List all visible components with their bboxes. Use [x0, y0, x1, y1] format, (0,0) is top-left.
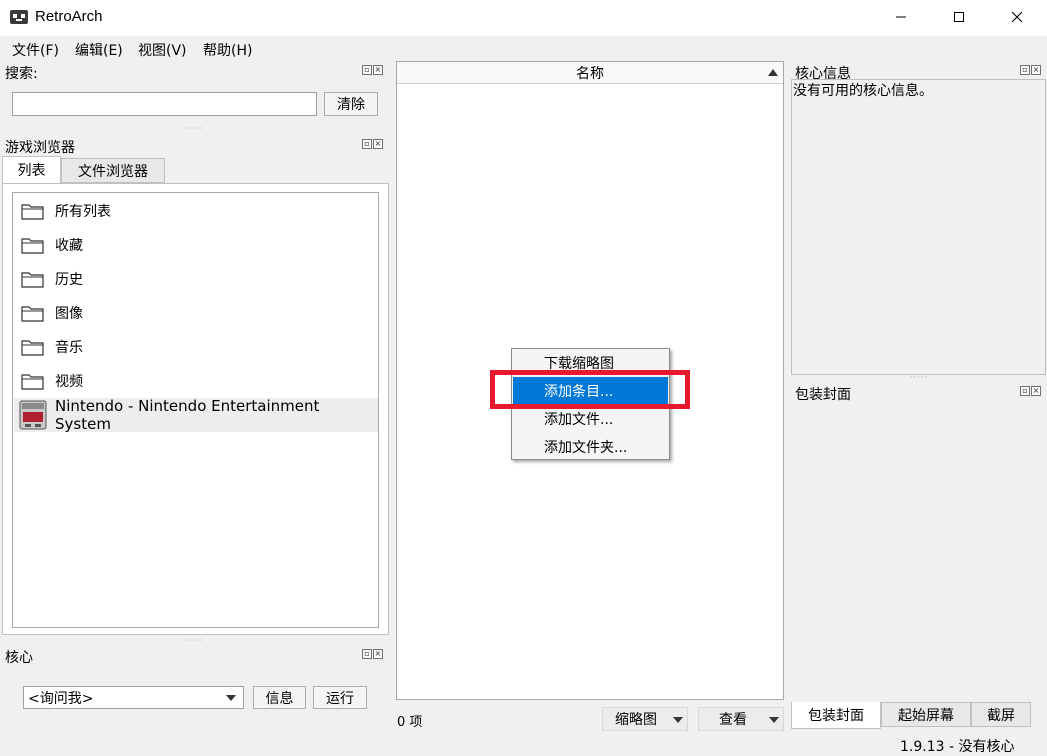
folder-icon	[19, 336, 47, 358]
core-info-button[interactable]: 信息	[253, 686, 306, 709]
folder-icon	[19, 370, 47, 392]
thumbnail-type-label: 缩略图	[615, 712, 657, 728]
nes-console-icon	[19, 400, 47, 430]
item-count: 0 项	[397, 715, 423, 730]
column-header-name[interactable]: 名称	[397, 62, 783, 84]
list-item[interactable]: 历史	[14, 262, 378, 296]
maximize-button[interactable]	[930, 0, 988, 34]
menu-view[interactable]: 视图(V)	[138, 40, 187, 60]
list-item[interactable]: 音乐	[14, 330, 378, 364]
close-icon[interactable]: ×	[373, 649, 383, 659]
menu-help[interactable]: 帮助(H)	[203, 40, 252, 60]
list-item-label: Nintendo - Nintendo Entertainment System	[55, 397, 320, 433]
view-type-label: 查看	[719, 712, 747, 728]
tab-title-screen[interactable]: 起始屏幕	[881, 702, 971, 727]
menu-item-add-files[interactable]: 添加文件...	[513, 405, 668, 433]
list-item[interactable]: 收藏	[14, 228, 378, 262]
browser-panel-title: 游戏浏览器	[5, 140, 75, 156]
list-item-label: 图像	[55, 306, 83, 322]
folder-icon	[19, 200, 47, 222]
core-info-box	[791, 79, 1046, 375]
list-item-label: 历史	[55, 272, 83, 288]
retroarch-logo-icon	[10, 10, 28, 24]
maximize-icon	[954, 12, 964, 22]
menu-edit[interactable]: 编辑(E)	[75, 40, 123, 60]
core-select[interactable]: <询问我>	[23, 686, 244, 709]
cover-panel-title: 包装封面	[795, 387, 851, 403]
splitter-handle[interactable]: ·····	[910, 373, 928, 382]
float-icon[interactable]: ▫	[362, 65, 372, 75]
list-item-label: 所有列表	[55, 204, 111, 220]
folder-icon	[19, 302, 47, 324]
list-item-label: 音乐	[55, 340, 83, 356]
column-header-label: 名称	[576, 65, 604, 82]
list-item-label: 收藏	[55, 238, 83, 254]
highlight-annotation	[490, 370, 690, 409]
minimize-icon	[896, 16, 906, 18]
run-button[interactable]: 运行	[313, 686, 367, 709]
close-icon[interactable]: ×	[373, 139, 383, 149]
search-dock-buttons: ▫ ×	[362, 65, 383, 75]
close-icon[interactable]: ×	[1031, 386, 1041, 396]
tab-boxart[interactable]: 包装封面	[791, 702, 881, 729]
cover-dock-buttons: ▫ ×	[1020, 386, 1041, 396]
list-item[interactable]: Nintendo - Nintendo Entertainment System	[14, 397, 378, 433]
clear-search-button[interactable]: 清除	[324, 92, 378, 116]
core-dock-buttons: ▫ ×	[362, 649, 383, 659]
list-item-label: 视频	[55, 374, 83, 390]
folder-icon	[19, 268, 47, 290]
close-button[interactable]	[988, 0, 1046, 34]
float-icon[interactable]: ▫	[1020, 386, 1030, 396]
list-item[interactable]: 图像	[14, 296, 378, 330]
menu-file[interactable]: 文件(F)	[12, 40, 59, 60]
search-input[interactable]	[12, 92, 317, 116]
view-type-button[interactable]: 查看	[698, 707, 784, 731]
splitter-handle[interactable]: ·····	[186, 124, 204, 133]
float-icon[interactable]: ▫	[1020, 65, 1030, 75]
core-info-dock-buttons: ▫ ×	[1020, 65, 1041, 75]
float-icon[interactable]: ▫	[362, 649, 372, 659]
float-icon[interactable]: ▫	[362, 139, 372, 149]
splitter-handle[interactable]: ·····	[186, 636, 204, 645]
core-info-text: 没有可用的核心信息。	[793, 83, 933, 99]
core-select-value: <询问我>	[28, 690, 94, 707]
chevron-down-icon	[769, 717, 779, 723]
close-icon	[1011, 11, 1023, 23]
thumbnail-type-button[interactable]: 缩略图	[602, 707, 688, 731]
status-text: 1.9.13 - 没有核心	[900, 739, 1015, 755]
tab-list[interactable]: 列表	[2, 156, 61, 183]
list-item[interactable]: 所有列表	[14, 194, 378, 228]
folder-icon	[19, 234, 47, 256]
chevron-down-icon	[226, 695, 236, 701]
browser-dock-buttons: ▫ ×	[362, 139, 383, 149]
menu-item-add-folder[interactable]: 添加文件夹...	[513, 433, 668, 461]
search-panel-title: 搜索:	[5, 66, 38, 82]
chevron-down-icon	[673, 717, 683, 723]
minimize-button[interactable]	[872, 0, 930, 34]
core-panel-title: 核心	[5, 650, 33, 666]
playlist-list[interactable]: 所有列表 收藏 历史 图像 音乐 视频 Nintendo - Nintendo …	[12, 192, 379, 628]
tab-screenshot[interactable]: 截屏	[971, 702, 1031, 727]
list-item[interactable]: 视频	[14, 364, 378, 398]
sort-ascending-icon	[768, 69, 778, 76]
close-icon[interactable]: ×	[1031, 65, 1041, 75]
window-title: RetroArch	[35, 8, 103, 25]
tab-file-browser[interactable]: 文件浏览器	[61, 158, 165, 183]
close-icon[interactable]: ×	[373, 65, 383, 75]
